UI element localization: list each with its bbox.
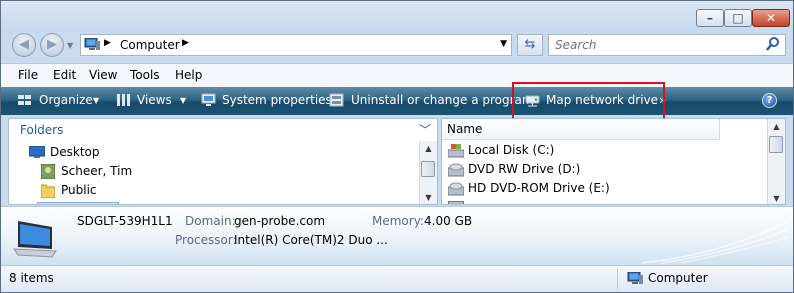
list-item-label: Local Disk (C:): [468, 143, 555, 157]
search-input[interactable]: [553, 37, 757, 53]
column-header-label: Name: [447, 122, 483, 136]
recent-pages-dropdown-icon[interactable]: ▼: [67, 41, 73, 50]
domain-value: gen-probe.com: [234, 214, 326, 228]
menu-view[interactable]: View: [89, 68, 117, 82]
address-dropdown-icon[interactable]: ▼: [500, 39, 507, 49]
views-button[interactable]: Views: [137, 93, 172, 107]
memory-value: 4.00 GB: [424, 214, 473, 228]
breadcrumb-computer[interactable]: Computer: [120, 38, 180, 52]
status-divider: [617, 269, 618, 289]
tree-item-label: Desktop: [50, 145, 100, 159]
details-pane: SDGLT-539H1L1 Domain: gen-probe.com Memo…: [1, 206, 793, 265]
scroll-thumb[interactable]: [769, 136, 783, 153]
computer-monitor-icon: [13, 221, 57, 258]
folders-pane: Folders ﹀ Desktop Scheer, Tim Public ▲ ▼: [8, 118, 438, 205]
help-icon[interactable]: ?: [762, 93, 777, 108]
file-list: Name Local Disk (C:) DVD RW Drive (D:) H…: [441, 118, 786, 205]
uninstall-icon: [329, 93, 344, 107]
back-button[interactable]: ◀: [12, 33, 36, 57]
list-item-partial[interactable]: [448, 201, 464, 204]
scroll-down-icon[interactable]: ▼: [420, 190, 437, 204]
organize-icon: [18, 95, 31, 105]
domain-label: Domain:: [185, 214, 236, 228]
maximize-icon: □: [732, 11, 744, 25]
menu-bar: File Edit View Tools Help: [1, 63, 793, 88]
file-list-scrollbar[interactable]: ▲ ▼: [767, 119, 785, 204]
maximize-button[interactable]: □: [724, 9, 752, 27]
list-item-label: HD DVD-ROM Drive (E:): [468, 181, 610, 195]
views-dropdown-icon[interactable]: ▼: [180, 96, 186, 105]
menu-file[interactable]: File: [18, 68, 38, 82]
title-bar: – □ ✕: [1, 1, 793, 31]
folders-scrollbar[interactable]: ▲ ▼: [419, 141, 437, 204]
back-arrow-icon: ◀: [19, 37, 29, 52]
dvd-drive-icon: [448, 182, 464, 196]
forward-arrow-icon: ▶: [47, 37, 57, 52]
minimize-icon: –: [707, 11, 713, 25]
menu-tools[interactable]: Tools: [130, 68, 160, 82]
breadcrumb-separator-icon[interactable]: ▶: [104, 38, 111, 48]
close-button[interactable]: ✕: [752, 9, 790, 27]
search-box[interactable]: [548, 34, 786, 56]
refresh-button[interactable]: ⇆: [517, 34, 543, 56]
explorer-window: – □ ✕ ◀ ▶ ▼ ▶ Computer ▶ ▼ ⇆ File Edit V…: [0, 0, 794, 293]
status-location: Computer: [648, 271, 708, 285]
forward-button[interactable]: ▶: [40, 33, 64, 57]
folder-icon: [41, 184, 55, 198]
organize-button[interactable]: Organize: [39, 93, 93, 107]
close-icon: ✕: [765, 11, 777, 25]
scroll-up-icon[interactable]: ▲: [768, 122, 785, 131]
dvd-drive-icon: [448, 163, 464, 177]
scroll-up-icon[interactable]: ▲: [420, 141, 437, 156]
refresh-icon: ⇆: [524, 37, 536, 52]
minimize-button[interactable]: –: [696, 9, 724, 27]
desktop-icon: [29, 146, 45, 158]
item-count: 8 items: [9, 271, 54, 285]
hard-disk-icon: [448, 144, 464, 158]
search-icon[interactable]: [765, 36, 781, 52]
scroll-thumb[interactable]: [421, 161, 435, 177]
chevron-down-icon[interactable]: ﹀: [419, 121, 431, 138]
menu-help[interactable]: Help: [175, 68, 202, 82]
computer-icon: [627, 272, 643, 284]
command-toolbar: Organize ▼ Views ▼ System properties Uni…: [1, 87, 793, 115]
processor-value: Intel(R) Core(TM)2 Duo ...: [234, 233, 388, 247]
memory-label: Memory:: [372, 214, 424, 228]
uninstall-program-button[interactable]: Uninstall or change a program: [351, 93, 534, 107]
menu-edit[interactable]: Edit: [53, 68, 76, 82]
organize-dropdown-icon[interactable]: ▼: [93, 96, 99, 105]
status-bar: 8 items Computer: [1, 265, 793, 292]
computer-name: SDGLT-539H1L1: [77, 214, 173, 228]
highlight-box: [512, 82, 665, 120]
folders-header[interactable]: Folders ﹀: [9, 119, 437, 141]
tree-item-label: Public: [61, 183, 97, 197]
computer-icon: [84, 38, 100, 50]
breadcrumb-separator-icon[interactable]: ▶: [182, 38, 189, 48]
system-properties-button[interactable]: System properties: [222, 93, 332, 107]
processor-label: Processor:: [175, 233, 237, 247]
tree-item-selected[interactable]: [37, 202, 119, 204]
decorative-swoosh: [641, 220, 790, 264]
system-properties-icon: [201, 93, 216, 106]
tree-item-label: Scheer, Tim: [61, 164, 133, 178]
address-bar[interactable]: ▶ Computer ▶ ▼: [80, 34, 512, 56]
list-item-label: DVD RW Drive (D:): [468, 162, 581, 176]
scroll-down-icon[interactable]: ▼: [768, 194, 785, 203]
folders-header-label: Folders: [20, 123, 64, 137]
user-folder-icon: [41, 164, 55, 179]
views-icon: [117, 94, 130, 106]
column-header-name[interactable]: Name: [442, 119, 720, 140]
